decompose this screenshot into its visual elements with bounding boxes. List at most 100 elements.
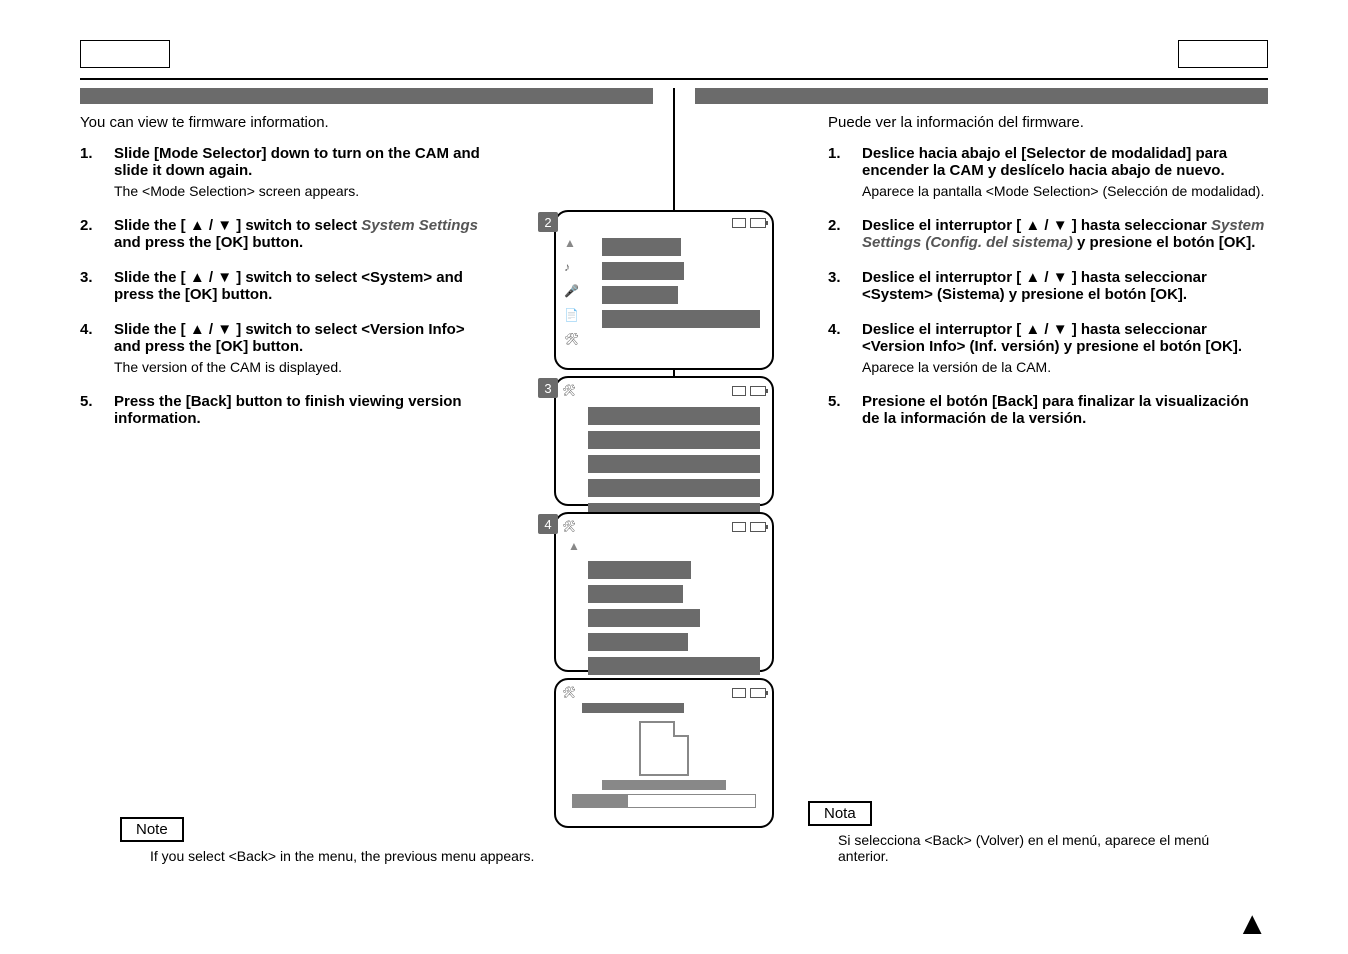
step-text: Presione el botón [Back] para finalizar … [862, 393, 1249, 427]
step-number: 5. [80, 393, 114, 427]
step-number: 4. [828, 321, 862, 375]
left-step-3: 3. Slide the [ ▲ / ▼ ] switch to select … [80, 269, 480, 303]
right-step-4: 4. Deslice el interruptor [ ▲ / ▼ ] hast… [828, 321, 1268, 375]
info-line [602, 780, 726, 790]
step-number: 2. [828, 217, 862, 251]
screen-version-info: 🛠 [554, 678, 774, 828]
menu-row [588, 455, 760, 473]
mode-icons: ▲ ♪ 🎤 📄 🛠 [564, 236, 579, 346]
menu-row [602, 238, 681, 256]
card-icon [732, 218, 746, 228]
arrow-up-icon: ▲ [564, 236, 579, 250]
right-step-1: 1. Deslice hacia abajo el [Selector de m… [828, 145, 1268, 199]
step-text: Deslice el interruptor [ ▲ / ▼ ] hasta s… [862, 269, 1207, 303]
step-text: Deslice el interruptor [ ▲ / ▼ ] hasta s… [862, 321, 1242, 355]
right-note-section: Nota Si selecciona <Back> (Volver) en el… [808, 801, 1228, 864]
document-icon [639, 721, 689, 776]
right-step-5: 5. Presione el botón [Back] para finaliz… [828, 393, 1268, 427]
left-note-text: If you select <Back> in the menu, the pr… [120, 848, 540, 864]
menu-row [588, 585, 683, 603]
menu-row-selected [588, 657, 760, 675]
screen-badge-2: 2 [538, 212, 558, 232]
arrow-up-icon: ▲ [568, 539, 580, 553]
manual-page: You can view te firmware information. 1.… [0, 0, 1348, 954]
step-number: 1. [828, 145, 862, 199]
right-steps-list: 1. Deslice hacia abajo el [Selector de m… [828, 145, 1268, 427]
info-bar [572, 794, 756, 808]
step-number: 1. [80, 145, 114, 199]
music-icon: ♪ [564, 260, 579, 274]
settings-icon: 🛠 [564, 332, 579, 346]
menu-row [588, 609, 700, 627]
screen-header: 🛠 [562, 384, 766, 397]
step-subtext: The <Mode Selection> screen appears. [114, 183, 480, 199]
left-step-1: 1. Slide [Mode Selector] down to turn on… [80, 145, 480, 199]
step-subtext: Aparece la pantalla <Mode Selection> (Se… [862, 183, 1268, 199]
header-divider [80, 78, 1268, 80]
card-icon [732, 688, 746, 698]
note-label-box: Nota [808, 801, 872, 826]
step-number: 3. [80, 269, 114, 303]
left-note-section: Note If you select <Back> in the menu, t… [120, 817, 540, 864]
menu-row [588, 633, 688, 651]
header-box-left [80, 40, 170, 68]
screen-header: 🛠 [562, 520, 766, 533]
left-steps-list: 1. Slide [Mode Selector] down to turn on… [80, 145, 480, 427]
step-text-post: and press the [OK] button. [114, 234, 303, 251]
step-subtext: The version of the CAM is displayed. [114, 359, 480, 375]
screen-badge-4: 4 [538, 514, 558, 534]
page-header-boxes [80, 40, 1268, 68]
settings-icon: 🛠 [562, 520, 576, 533]
screen-2: 2 ▲ ♪ 🎤 📄 🛠 [554, 210, 774, 370]
step-text: Slide [Mode Selector] down to turn on th… [114, 145, 480, 179]
page-nav-arrow-icon: ▲ [1236, 905, 1268, 942]
menu-row [588, 407, 760, 425]
battery-icon [750, 386, 766, 396]
battery-icon [750, 522, 766, 532]
step-text: Deslice hacia abajo el [Selector de moda… [862, 145, 1227, 179]
menu-row [588, 479, 760, 497]
card-icon [732, 386, 746, 396]
note-label-box: Note [120, 817, 184, 842]
step-text: Press the [Back] button to finish viewin… [114, 393, 462, 427]
menu-row [602, 262, 684, 280]
menu-row [602, 286, 678, 304]
right-title-bar [695, 88, 1268, 104]
mic-icon: 🎤 [564, 284, 579, 298]
settings-icon: 🛠 [562, 686, 576, 699]
card-icon [732, 522, 746, 532]
left-title-bar [80, 88, 653, 104]
menu-row-selected [602, 310, 760, 328]
screen-badge-3: 3 [538, 378, 558, 398]
step-text: Slide the [ ▲ / ▼ ] switch to select <Ve… [114, 321, 465, 355]
step-text-pre: Deslice el interruptor [ ▲ / ▼ ] hasta s… [862, 217, 1211, 234]
right-note-text: Si selecciona <Back> (Volver) en el menú… [808, 832, 1228, 864]
screen-3: 3 🛠 [554, 376, 774, 506]
settings-icon: 🛠 [562, 384, 576, 397]
right-step-2: 2. Deslice el interruptor [ ▲ / ▼ ] hast… [828, 217, 1268, 251]
left-step-2: 2. Slide the [ ▲ / ▼ ] switch to select … [80, 217, 480, 251]
left-intro: You can view te firmware information. [80, 114, 480, 131]
right-intro: Puede ver la información del firmware. [828, 114, 1268, 131]
screen-mockups: 2 ▲ ♪ 🎤 📄 🛠 3 🛠 [554, 210, 794, 834]
header-box-right [1178, 40, 1268, 68]
screen-4: 4 🛠 ▲ ▼ [554, 512, 774, 672]
screen-header [562, 218, 766, 228]
title-row [582, 703, 684, 713]
step-number: 4. [80, 321, 114, 375]
step-text: Slide the [ ▲ / ▼ ] switch to select <Sy… [114, 269, 463, 303]
step-number: 5. [828, 393, 862, 427]
step-number: 2. [80, 217, 114, 251]
left-step-4: 4. Slide the [ ▲ / ▼ ] switch to select … [80, 321, 480, 375]
step-text-pre: Slide the [ ▲ / ▼ ] switch to select [114, 217, 361, 234]
screen-header: 🛠 [562, 686, 766, 699]
step-text-post: y presione el botón [OK]. [1073, 234, 1256, 251]
battery-icon [750, 218, 766, 228]
document-icon: 📄 [564, 308, 579, 322]
battery-icon [750, 688, 766, 698]
right-step-3: 3. Deslice el interruptor [ ▲ / ▼ ] hast… [828, 269, 1268, 303]
step-number: 3. [828, 269, 862, 303]
menu-row [588, 561, 691, 579]
left-step-5: 5. Press the [Back] button to finish vie… [80, 393, 480, 427]
step-subtext: Aparece la versión de la CAM. [862, 359, 1268, 375]
